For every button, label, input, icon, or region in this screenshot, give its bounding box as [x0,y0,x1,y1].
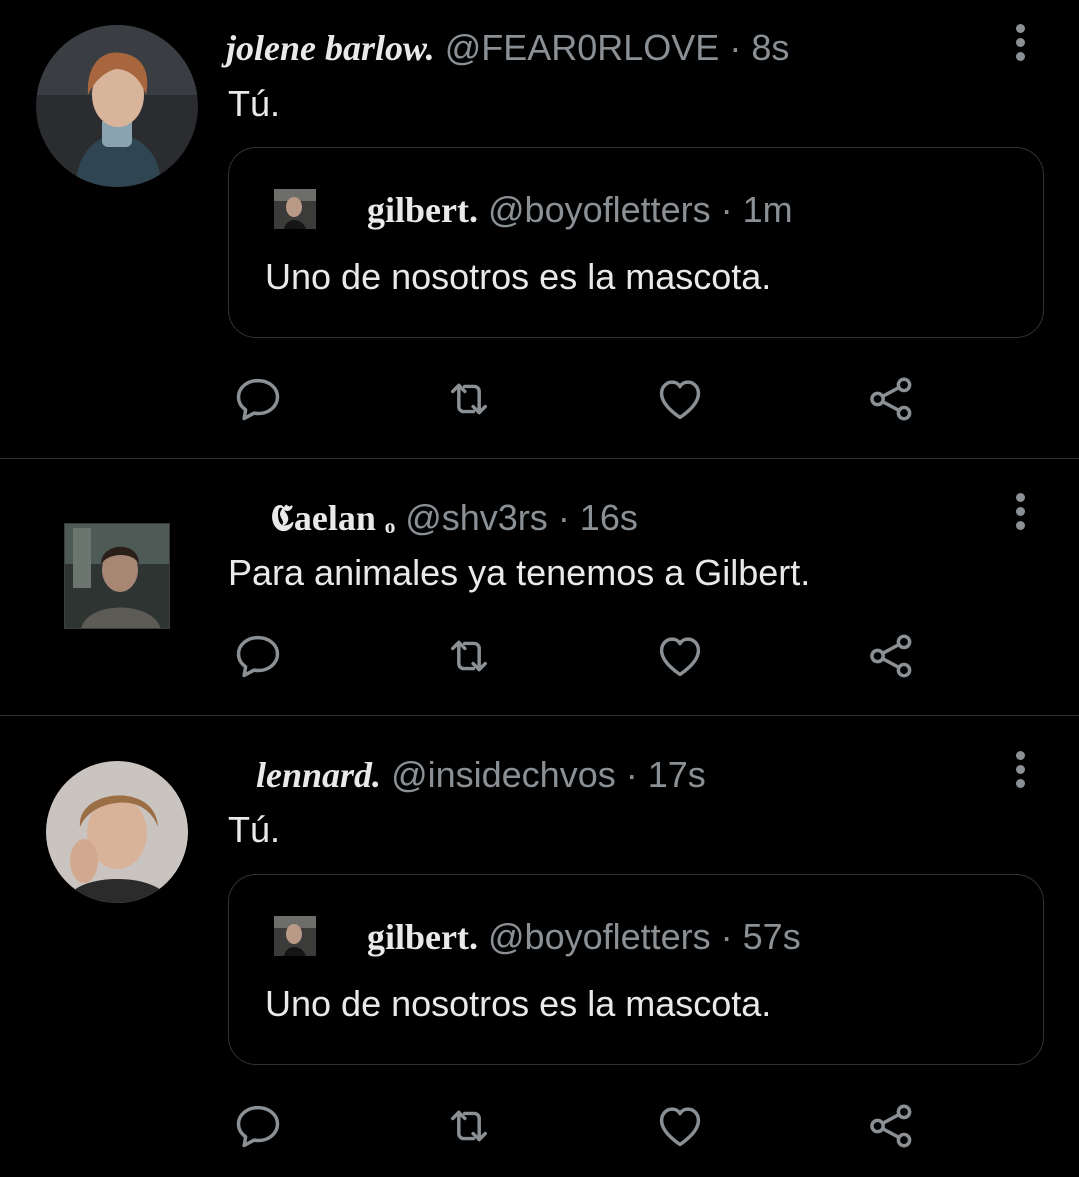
reply-icon[interactable] [232,630,284,682]
like-icon[interactable] [654,1100,706,1152]
quoted-text: Uno de nosotros es la mascota. [265,983,772,1024]
quoted-handle: @boyofletters [488,189,711,230]
like-icon[interactable] [654,630,706,682]
timestamp[interactable]: · 17s [626,754,706,795]
quoted-text: Uno de nosotros es la mascota. [265,256,772,297]
timestamp[interactable]: · 8s [729,27,789,68]
more-icon[interactable] [1012,493,1028,533]
handle[interactable]: @insidechvos [391,754,616,795]
quoted-avatar [274,916,316,956]
retweet-icon[interactable] [443,373,495,425]
display-name[interactable]: lennard. [256,755,381,795]
tweet-text: Tú. [228,83,281,124]
tweet[interactable]: lennard. @insidechvos · 17s Tú. gilbert.… [0,716,1079,1177]
more-icon[interactable] [1012,24,1028,64]
quoted-timestamp: · 57s [720,916,801,957]
like-icon[interactable] [654,373,706,425]
quoted-header: gilbert. @boyofletters · 57s [367,915,801,959]
avatar[interactable] [36,25,198,187]
retweet-icon[interactable] [443,1100,495,1152]
retweet-icon[interactable] [443,630,495,682]
quoted-header: gilbert. @boyofletters · 1m [367,188,793,232]
reply-icon[interactable] [232,373,284,425]
quoted-display-name: gilbert. [367,917,478,957]
quoted-tweet[interactable]: gilbert. @boyofletters · 1m Uno de nosot… [228,147,1044,338]
display-name[interactable]: jolene barlow. [226,28,435,68]
quoted-timestamp: · 1m [720,189,793,230]
more-icon[interactable] [1012,751,1028,791]
share-icon[interactable] [865,373,917,425]
handle[interactable]: @FEAR0RLOVE [445,27,720,68]
avatar[interactable] [64,523,170,629]
tweet-text: Para animales ya tenemos a Gilbert. [228,552,811,593]
tweet-header: jolene barlow. @FEAR0RLOVE · 8s [226,26,789,70]
display-name[interactable]: 𝕮aelan ₒ [270,498,395,538]
tweet-header: lennard. @insidechvos · 17s [256,753,706,797]
share-icon[interactable] [865,1100,917,1152]
share-icon[interactable] [865,630,917,682]
timestamp[interactable]: · 16s [558,497,638,538]
tweet-header: 𝕮aelan ₒ @shv3rs · 16s [270,496,638,540]
reply-icon[interactable] [232,1100,284,1152]
quoted-tweet[interactable]: gilbert. @boyofletters · 57s Uno de noso… [228,874,1044,1065]
tweet[interactable]: 𝕮aelan ₒ @shv3rs · 16s Para animales ya … [0,459,1079,715]
quoted-avatar [274,189,316,229]
tweet[interactable]: jolene barlow. @FEAR0RLOVE · 8s Tú. gilb… [0,0,1079,458]
handle[interactable]: @shv3rs [405,497,548,538]
tweet-text: Tú. [228,809,281,850]
quoted-handle: @boyofletters [488,916,711,957]
quoted-display-name: gilbert. [367,190,478,230]
avatar[interactable] [46,761,188,903]
